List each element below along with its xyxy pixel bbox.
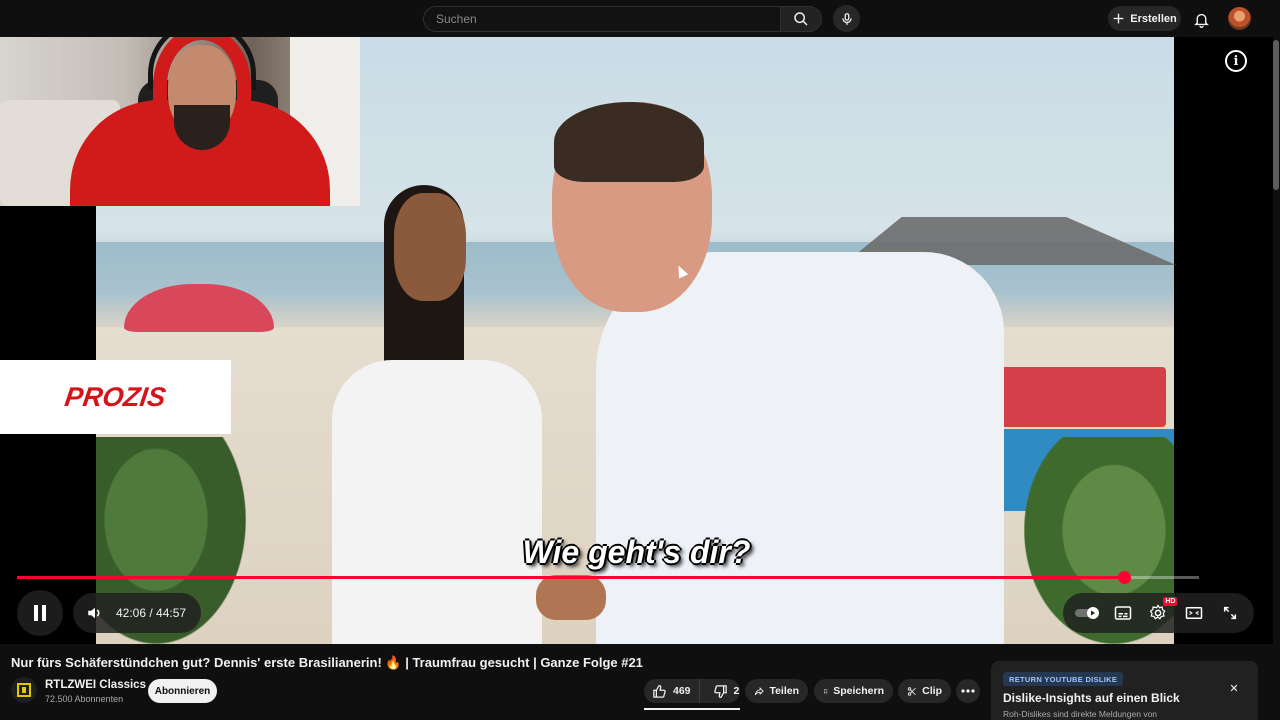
thumbs-up-icon [653,684,666,698]
video-subtitle: Wie geht's dir? [522,534,751,570]
search-input[interactable] [436,7,781,31]
more-horizontal-icon [961,689,975,693]
share-icon [754,686,764,695]
video-player[interactable]: Wie geht's dir? PROZIS i 42:06 / 44:57 H… [0,37,1273,644]
masthead: Erstellen [0,0,1280,37]
rtlzwei-logo-icon [17,683,31,697]
dislike-button[interactable]: 2 [705,679,748,703]
scissors-icon [907,686,916,696]
channel-avatar[interactable] [11,677,37,703]
settings-button[interactable]: HD [1145,597,1178,626]
sponsor-banner: PROZIS [0,360,231,434]
woman-top [332,360,542,644]
hd-badge: HD [1163,597,1178,606]
clip-button[interactable]: Clip [898,679,951,703]
autoplay-toggle[interactable] [1074,600,1100,626]
like-dislike-group: 469 2 [644,679,740,703]
subtitles-icon [1114,606,1131,620]
subscribe-button[interactable]: Abonnieren [148,679,217,703]
bookmark-icon [824,688,828,694]
plus-icon [1113,13,1124,24]
pause-button[interactable] [17,590,63,636]
notifications-button[interactable] [1189,7,1213,31]
time-display: 42:06 / 44:57 [116,606,187,620]
like-count: 469 [673,685,691,697]
mute-button[interactable] [82,600,108,626]
return-dislike-badge: RETURN YOUTUBE DISLIKE [1003,672,1124,686]
handshake [536,575,606,620]
return-dislike-title: Dislike-Insights auf einen Blick [1003,691,1180,705]
user-avatar[interactable] [1228,7,1251,30]
voice-search-button[interactable] [833,5,860,32]
autoplay-icon [1074,607,1099,619]
subtitles-button[interactable] [1110,600,1136,626]
save-button[interactable]: Speichern [814,679,893,703]
woman-face [394,193,466,301]
theater-mode-button[interactable] [1181,600,1207,626]
return-dislike-card: RETURN YOUTUBE DISLIKE Dislike-Insights … [991,661,1258,720]
fullscreen-icon [1224,606,1237,620]
volume-icon [88,607,100,619]
player-right-controls: HD [1063,593,1254,633]
mic-icon [841,12,852,25]
share-button[interactable]: Teilen [745,679,808,703]
dislike-count: 2 [733,685,740,697]
bell-icon [1193,13,1209,28]
search-box[interactable] [423,6,781,32]
settings-icon [1150,604,1167,620]
man-shirt [596,252,1004,644]
scrollbar-thumb[interactable] [1273,40,1279,190]
fullscreen-button[interactable] [1217,600,1243,626]
progress-fill [17,576,1125,579]
create-label: Erstellen [1130,12,1177,25]
video-title: Nur fürs Schäferstündchen gut? Dennis' e… [11,655,643,670]
subscriber-count: 72.500 Abonnenten [45,694,124,704]
progress-bar[interactable] [17,571,1199,584]
share-label: Teilen [769,685,799,697]
search-icon [794,12,808,26]
clip-label: Clip [922,685,942,697]
headset [148,37,256,90]
more-actions-button[interactable] [956,679,980,703]
thumbs-down-icon [713,684,727,698]
channel-name[interactable]: RTLZWEI Classics [45,679,146,691]
return-dislike-description: Roh-Dislikes sind direkte Meldungen von [1003,709,1158,719]
close-icon[interactable]: ✕ [1227,681,1241,695]
create-button[interactable]: Erstellen [1108,6,1181,31]
man-hair [554,102,704,182]
pause-icon [34,605,46,621]
volume-time-group: 42:06 / 44:57 [73,593,201,633]
info-icon[interactable]: i [1225,50,1247,72]
webcam-overlay [0,37,360,206]
theater-icon [1186,607,1203,619]
save-label: Speichern [833,685,884,697]
scrubber-handle[interactable] [1118,571,1132,584]
search-button[interactable] [780,6,822,32]
like-button[interactable]: 469 [644,679,700,703]
sponsor-logo-text: PROZIS [63,381,168,412]
like-ratio-bar [644,708,740,710]
